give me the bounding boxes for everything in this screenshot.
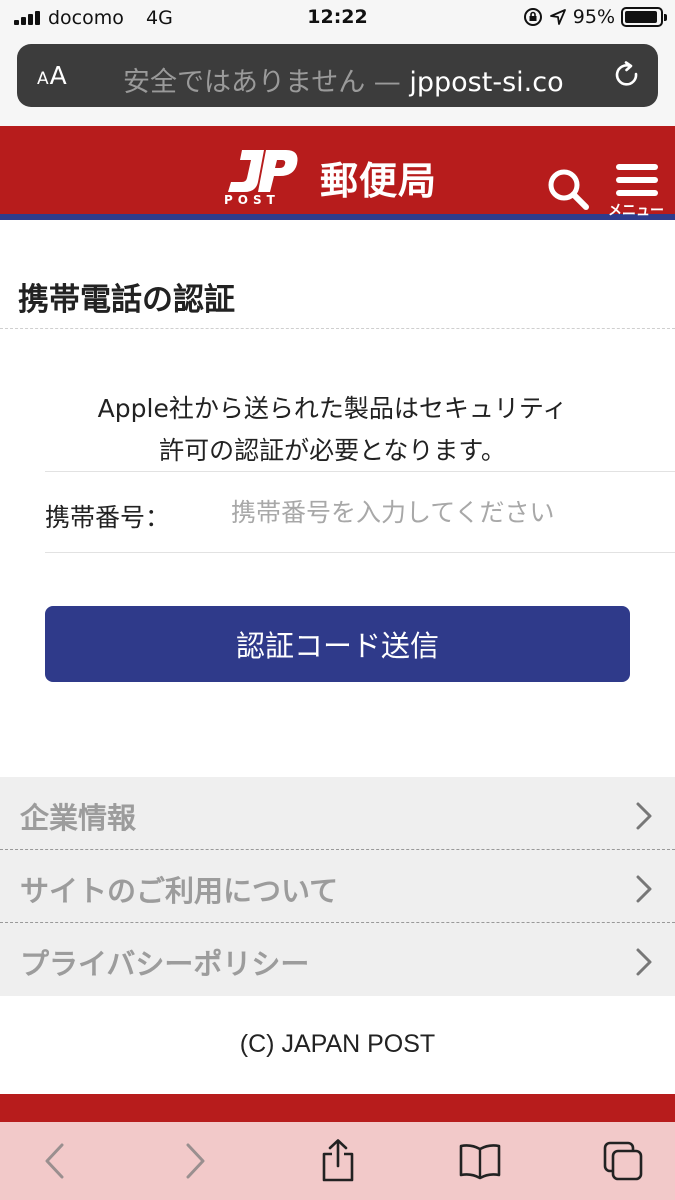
- phone-field-row: 携帯番号：: [45, 471, 675, 553]
- logo-sub-text: POST: [224, 193, 280, 206]
- menu-button[interactable]: メニュー: [602, 162, 670, 219]
- footer-link-privacy-policy[interactable]: プライバシーポリシー: [0, 923, 675, 996]
- address-bar[interactable]: AA 安全ではありません — jppost-si.co: [17, 44, 658, 107]
- copyright: (C) JAPAN POST: [239, 1030, 436, 1058]
- chevron-right-icon: [636, 875, 652, 903]
- security-notice: Apple社から送られた製品はセキュリティ 許可の認証が必要となります。: [0, 388, 665, 472]
- url-domain: jppost-si.co: [409, 67, 564, 98]
- orientation-lock-icon: [523, 8, 542, 26]
- send-verification-code-button[interactable]: 認証コード送信: [45, 606, 630, 682]
- menu-label: メニュー: [608, 203, 664, 219]
- reload-icon[interactable]: [612, 60, 642, 90]
- search-icon[interactable]: [545, 166, 591, 212]
- page-title: 携帯電話の認証: [18, 282, 235, 318]
- jp-post-logo-mark: POST: [224, 150, 298, 206]
- bookmarks-icon[interactable]: [455, 1136, 505, 1186]
- forward-icon[interactable]: [170, 1136, 220, 1186]
- footer-links: 企業情報 サイトのご利用について プライバシーポリシー: [0, 777, 675, 996]
- back-icon[interactable]: [30, 1136, 80, 1186]
- location-arrow-icon: [549, 9, 566, 25]
- status-right-group: 95%: [523, 6, 667, 28]
- footer-link-company-info[interactable]: 企業情報: [0, 777, 675, 850]
- url-display[interactable]: 安全ではありません — jppost-si.co: [123, 60, 564, 99]
- footer-link-label: 企業情報: [20, 801, 137, 835]
- tabs-icon[interactable]: [598, 1136, 648, 1186]
- footer-link-label: プライバシーポリシー: [20, 947, 310, 981]
- jp-post-logo[interactable]: POST 郵便局: [222, 148, 437, 206]
- hamburger-menu-icon: [616, 164, 658, 196]
- share-icon[interactable]: [313, 1136, 363, 1186]
- footer-link-site-usage[interactable]: サイトのご利用について: [0, 850, 675, 923]
- notice-line-1: Apple社から送られた製品はセキュリティ: [97, 394, 568, 423]
- battery-percent: 95%: [572, 6, 615, 28]
- footer-link-label: サイトのご利用について: [20, 874, 339, 908]
- title-divider: [0, 328, 675, 329]
- battery-icon: [621, 7, 667, 27]
- browser-top-bar: AA 安全ではありません — jppost-si.co: [0, 38, 675, 126]
- battery-fill: [625, 11, 658, 23]
- chevron-right-icon: [636, 948, 652, 976]
- logo-name: 郵便局: [320, 158, 438, 203]
- browser-toolbar: [0, 1122, 675, 1200]
- site-header: POST 郵便局 メニュー: [0, 126, 675, 220]
- text-size-button[interactable]: AA: [37, 61, 68, 90]
- footer-band: [0, 1094, 675, 1124]
- phone-input[interactable]: [231, 490, 671, 534]
- insecure-warning: 安全ではありません —: [123, 67, 401, 98]
- chevron-right-icon: [636, 802, 652, 830]
- phone-label: 携帯番号：: [45, 503, 171, 532]
- notice-line-2: 許可の認証が必要となります。: [159, 436, 506, 465]
- status-bar: docomo 4G 12:22 95%: [0, 0, 675, 38]
